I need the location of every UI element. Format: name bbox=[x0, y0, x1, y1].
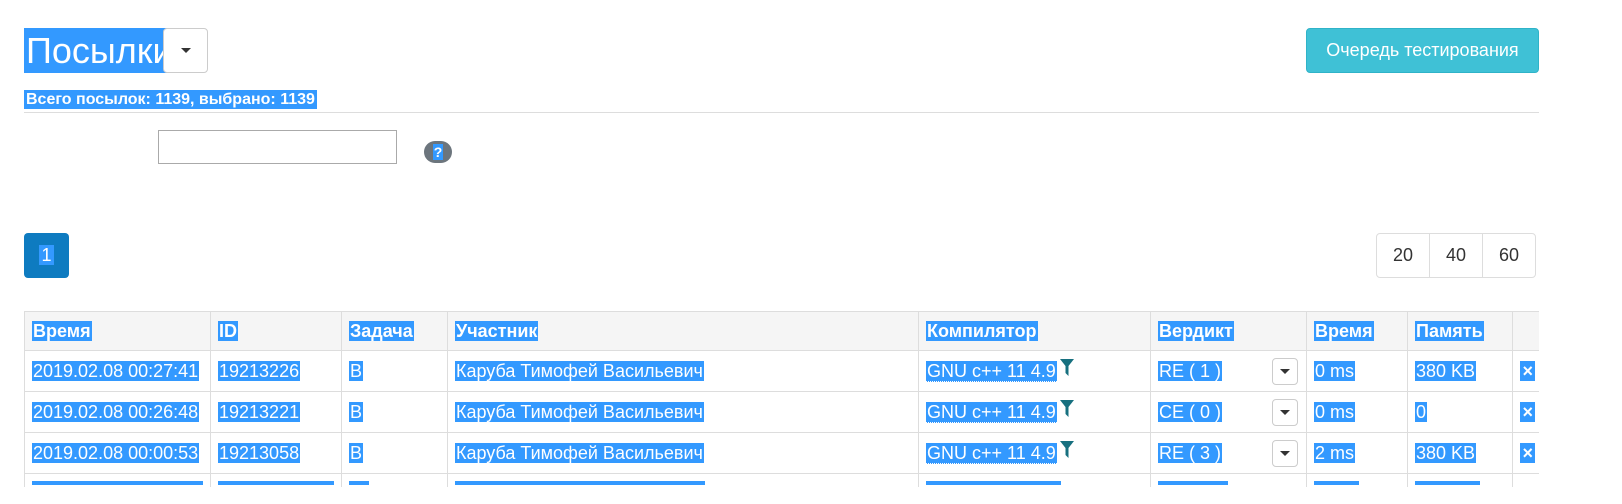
cell-compiler: GNU c++ 11 4.9 bbox=[918, 391, 1151, 433]
col-header-memory[interactable]: Память bbox=[1407, 311, 1513, 351]
col-header-task[interactable]: Задача bbox=[341, 311, 448, 351]
cell-run-time: 0 ms bbox=[1306, 391, 1408, 433]
close-icon: × bbox=[1520, 401, 1535, 422]
col-header-participant[interactable]: Участник bbox=[447, 311, 919, 351]
submissions-table: Время ID Задача Участник Компилятор Верд… bbox=[24, 311, 1539, 487]
cell-id[interactable]: 19213058 bbox=[210, 432, 342, 474]
cell-memory: 380 KB bbox=[1407, 432, 1513, 474]
pagination-page-1[interactable]: 1 bbox=[24, 233, 69, 278]
chevron-down-icon bbox=[180, 48, 191, 53]
cell-compiler: GNU c++ 11 4.9 bbox=[918, 350, 1151, 392]
cell-task[interactable]: B bbox=[341, 350, 448, 392]
verdict-dropdown-button[interactable] bbox=[1272, 440, 1298, 467]
chevron-down-icon bbox=[1280, 369, 1290, 374]
cell-time: 2019.02.08 00:27:41 bbox=[24, 350, 211, 392]
close-icon: × bbox=[1520, 442, 1535, 463]
col-header-id[interactable]: ID bbox=[210, 311, 342, 351]
col-header-time[interactable]: Время bbox=[24, 311, 211, 351]
submissions-summary: Всего посылок: 1139, выбрано: 1139 bbox=[24, 90, 317, 109]
col-header-verdict[interactable]: Вердикт bbox=[1150, 311, 1307, 351]
table-row: 2019.02.08 00:00:53 19213058 B Каруба Ти… bbox=[24, 432, 1539, 474]
cell-time: 2019.02.08 00:00:53 bbox=[24, 432, 211, 474]
table-row: 2019.02.08 00:27:41 19213226 B Каруба Ти… bbox=[24, 350, 1539, 392]
close-icon: × bbox=[1520, 360, 1535, 381]
cell-run-time: 0 ms bbox=[1306, 350, 1408, 392]
submissions-table-wrapper: Время ID Задача Участник Компилятор Верд… bbox=[24, 311, 1539, 487]
table-row-partial bbox=[24, 473, 1539, 487]
cell-participant[interactable]: Каруба Тимофей Васильевич bbox=[447, 432, 919, 474]
cell-id[interactable]: 19213221 bbox=[210, 391, 342, 433]
per-page-20[interactable]: 20 bbox=[1376, 233, 1430, 278]
cell-id[interactable]: 19213226 bbox=[210, 350, 342, 392]
page-title: Посылки bbox=[24, 28, 175, 73]
cell-verdict: RE ( 1 ) bbox=[1150, 350, 1307, 392]
cell-run-time: 2 ms bbox=[1306, 432, 1408, 474]
cell-memory: 380 KB bbox=[1407, 350, 1513, 392]
help-icon[interactable]: ? bbox=[424, 141, 452, 163]
per-page-selector: 20 40 60 bbox=[1376, 233, 1536, 278]
divider bbox=[24, 112, 1539, 113]
filter-icon[interactable] bbox=[1059, 440, 1074, 459]
delete-button[interactable]: × bbox=[1512, 432, 1539, 474]
title-dropdown-button[interactable] bbox=[163, 28, 208, 73]
cell-task[interactable]: B bbox=[341, 391, 448, 433]
filter-input[interactable] bbox=[158, 130, 397, 164]
cell-participant[interactable]: Каруба Тимофей Васильевич bbox=[447, 391, 919, 433]
filter-icon[interactable] bbox=[1059, 399, 1074, 418]
verdict-dropdown-button[interactable] bbox=[1272, 358, 1298, 385]
table-row: 2019.02.08 00:26:48 19213221 B Каруба Ти… bbox=[24, 391, 1539, 433]
cell-memory: 0 bbox=[1407, 391, 1513, 433]
per-page-60[interactable]: 60 bbox=[1482, 233, 1536, 278]
verdict-dropdown-button[interactable] bbox=[1272, 399, 1298, 426]
chevron-down-icon bbox=[1280, 451, 1290, 456]
delete-button[interactable]: × bbox=[1512, 350, 1539, 392]
cell-verdict: CE ( 0 ) bbox=[1150, 391, 1307, 433]
table-header-row: Время ID Задача Участник Компилятор Верд… bbox=[24, 311, 1539, 351]
cell-compiler: GNU c++ 11 4.9 bbox=[918, 432, 1151, 474]
cell-task[interactable]: B bbox=[341, 432, 448, 474]
testing-queue-button[interactable]: Очередь тестирования bbox=[1306, 28, 1539, 73]
col-header-run-time[interactable]: Время bbox=[1306, 311, 1408, 351]
delete-button[interactable]: × bbox=[1512, 391, 1539, 433]
col-header-actions bbox=[1512, 311, 1539, 351]
cell-participant[interactable]: Каруба Тимофей Васильевич bbox=[447, 350, 919, 392]
cell-verdict: RE ( 3 ) bbox=[1150, 432, 1307, 474]
chevron-down-icon bbox=[1280, 410, 1290, 415]
per-page-40[interactable]: 40 bbox=[1429, 233, 1483, 278]
col-header-compiler[interactable]: Компилятор bbox=[918, 311, 1151, 351]
filter-icon[interactable] bbox=[1059, 358, 1074, 377]
cell-time: 2019.02.08 00:26:48 bbox=[24, 391, 211, 433]
